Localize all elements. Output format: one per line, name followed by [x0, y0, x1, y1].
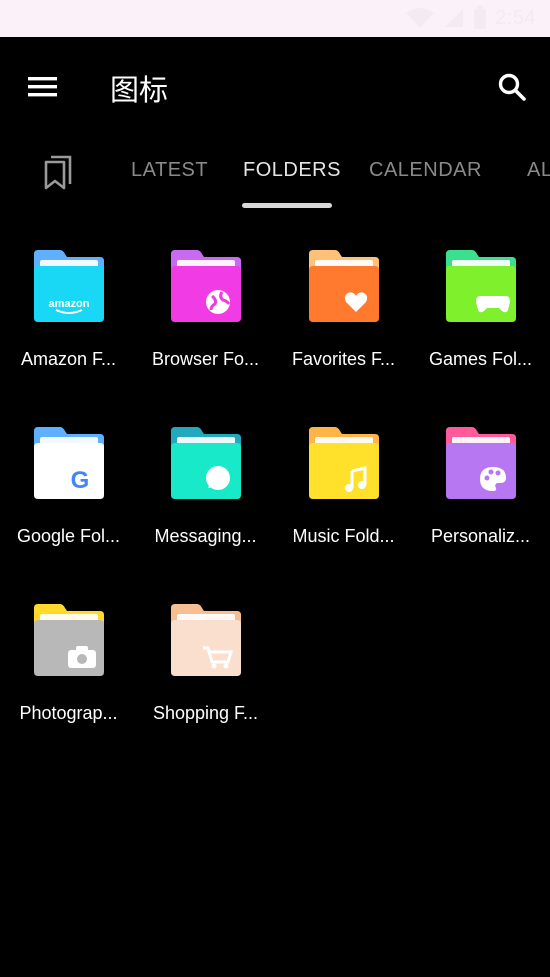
folder-tile[interactable]: Messaging... [137, 417, 274, 567]
signal-icon [445, 9, 464, 27]
search-icon [498, 73, 526, 101]
status-bar: 2:54 [0, 0, 550, 37]
search-button[interactable] [492, 67, 532, 107]
tab-bar: LATEST FOLDERS CALENDAR AL [0, 137, 550, 209]
tab-calendar[interactable]: CALENDAR [369, 159, 482, 182]
folder-label: Amazon F... [20, 349, 117, 369]
wifi-icon [406, 8, 435, 28]
battery-icon [474, 6, 487, 29]
folder-tile[interactable]: amazon Amazon F... [0, 240, 137, 390]
amazon-folder-icon: amazon [34, 250, 104, 322]
folder-tile[interactable]: Favorites F... [275, 240, 412, 390]
folder-label: Photograp... [19, 703, 118, 723]
svg-text:amazon: amazon [49, 298, 90, 310]
folder-tile[interactable]: Browser Fo... [137, 240, 274, 390]
status-time: 2:54 [495, 6, 536, 29]
tab-latest[interactable]: LATEST [131, 159, 208, 182]
page-title: 图标 [110, 75, 169, 107]
folder-label: Games Fol... [428, 349, 533, 369]
menu-button[interactable] [22, 69, 64, 105]
favorites-folder-icon [309, 250, 379, 322]
folder-label: Google Fol... [16, 526, 121, 546]
shopping-folder-icon [171, 604, 241, 676]
photography-folder-icon [34, 604, 104, 676]
folder-tile[interactable]: G Google Fol... [0, 417, 137, 567]
app-bar: 图标 [0, 37, 550, 137]
tab-all[interactable]: AL [527, 159, 550, 182]
svg-text:G: G [71, 467, 90, 494]
folder-tile[interactable]: Photograp... [0, 594, 137, 744]
folder-label: Messaging... [154, 526, 257, 546]
folder-tile[interactable]: Music Fold... [275, 417, 412, 567]
folder-label: Shopping F... [152, 703, 259, 723]
tab-folders[interactable]: FOLDERS [243, 159, 341, 182]
personalize-folder-icon [446, 427, 516, 499]
tab-indicator [242, 203, 332, 208]
browser-folder-icon [171, 250, 241, 322]
folder-tile[interactable]: Personaliz... [412, 417, 549, 567]
folder-tile[interactable]: Games Fol... [412, 240, 549, 390]
folder-label: Music Fold... [292, 526, 395, 546]
folder-label: Browser Fo... [151, 349, 260, 369]
folder-label: Personaliz... [430, 526, 531, 546]
folder-tile[interactable]: Shopping F... [137, 594, 274, 744]
folder-label: Favorites F... [291, 349, 396, 369]
hamburger-menu-icon [28, 77, 57, 97]
music-folder-icon [309, 427, 379, 499]
google-folder-icon: G [34, 427, 104, 499]
status-icons: 2:54 [405, 6, 536, 30]
tab-bookmarks[interactable] [38, 151, 78, 193]
messaging-folder-icon [171, 427, 241, 499]
bookmarks-icon [44, 155, 72, 190]
games-folder-icon [446, 250, 516, 322]
